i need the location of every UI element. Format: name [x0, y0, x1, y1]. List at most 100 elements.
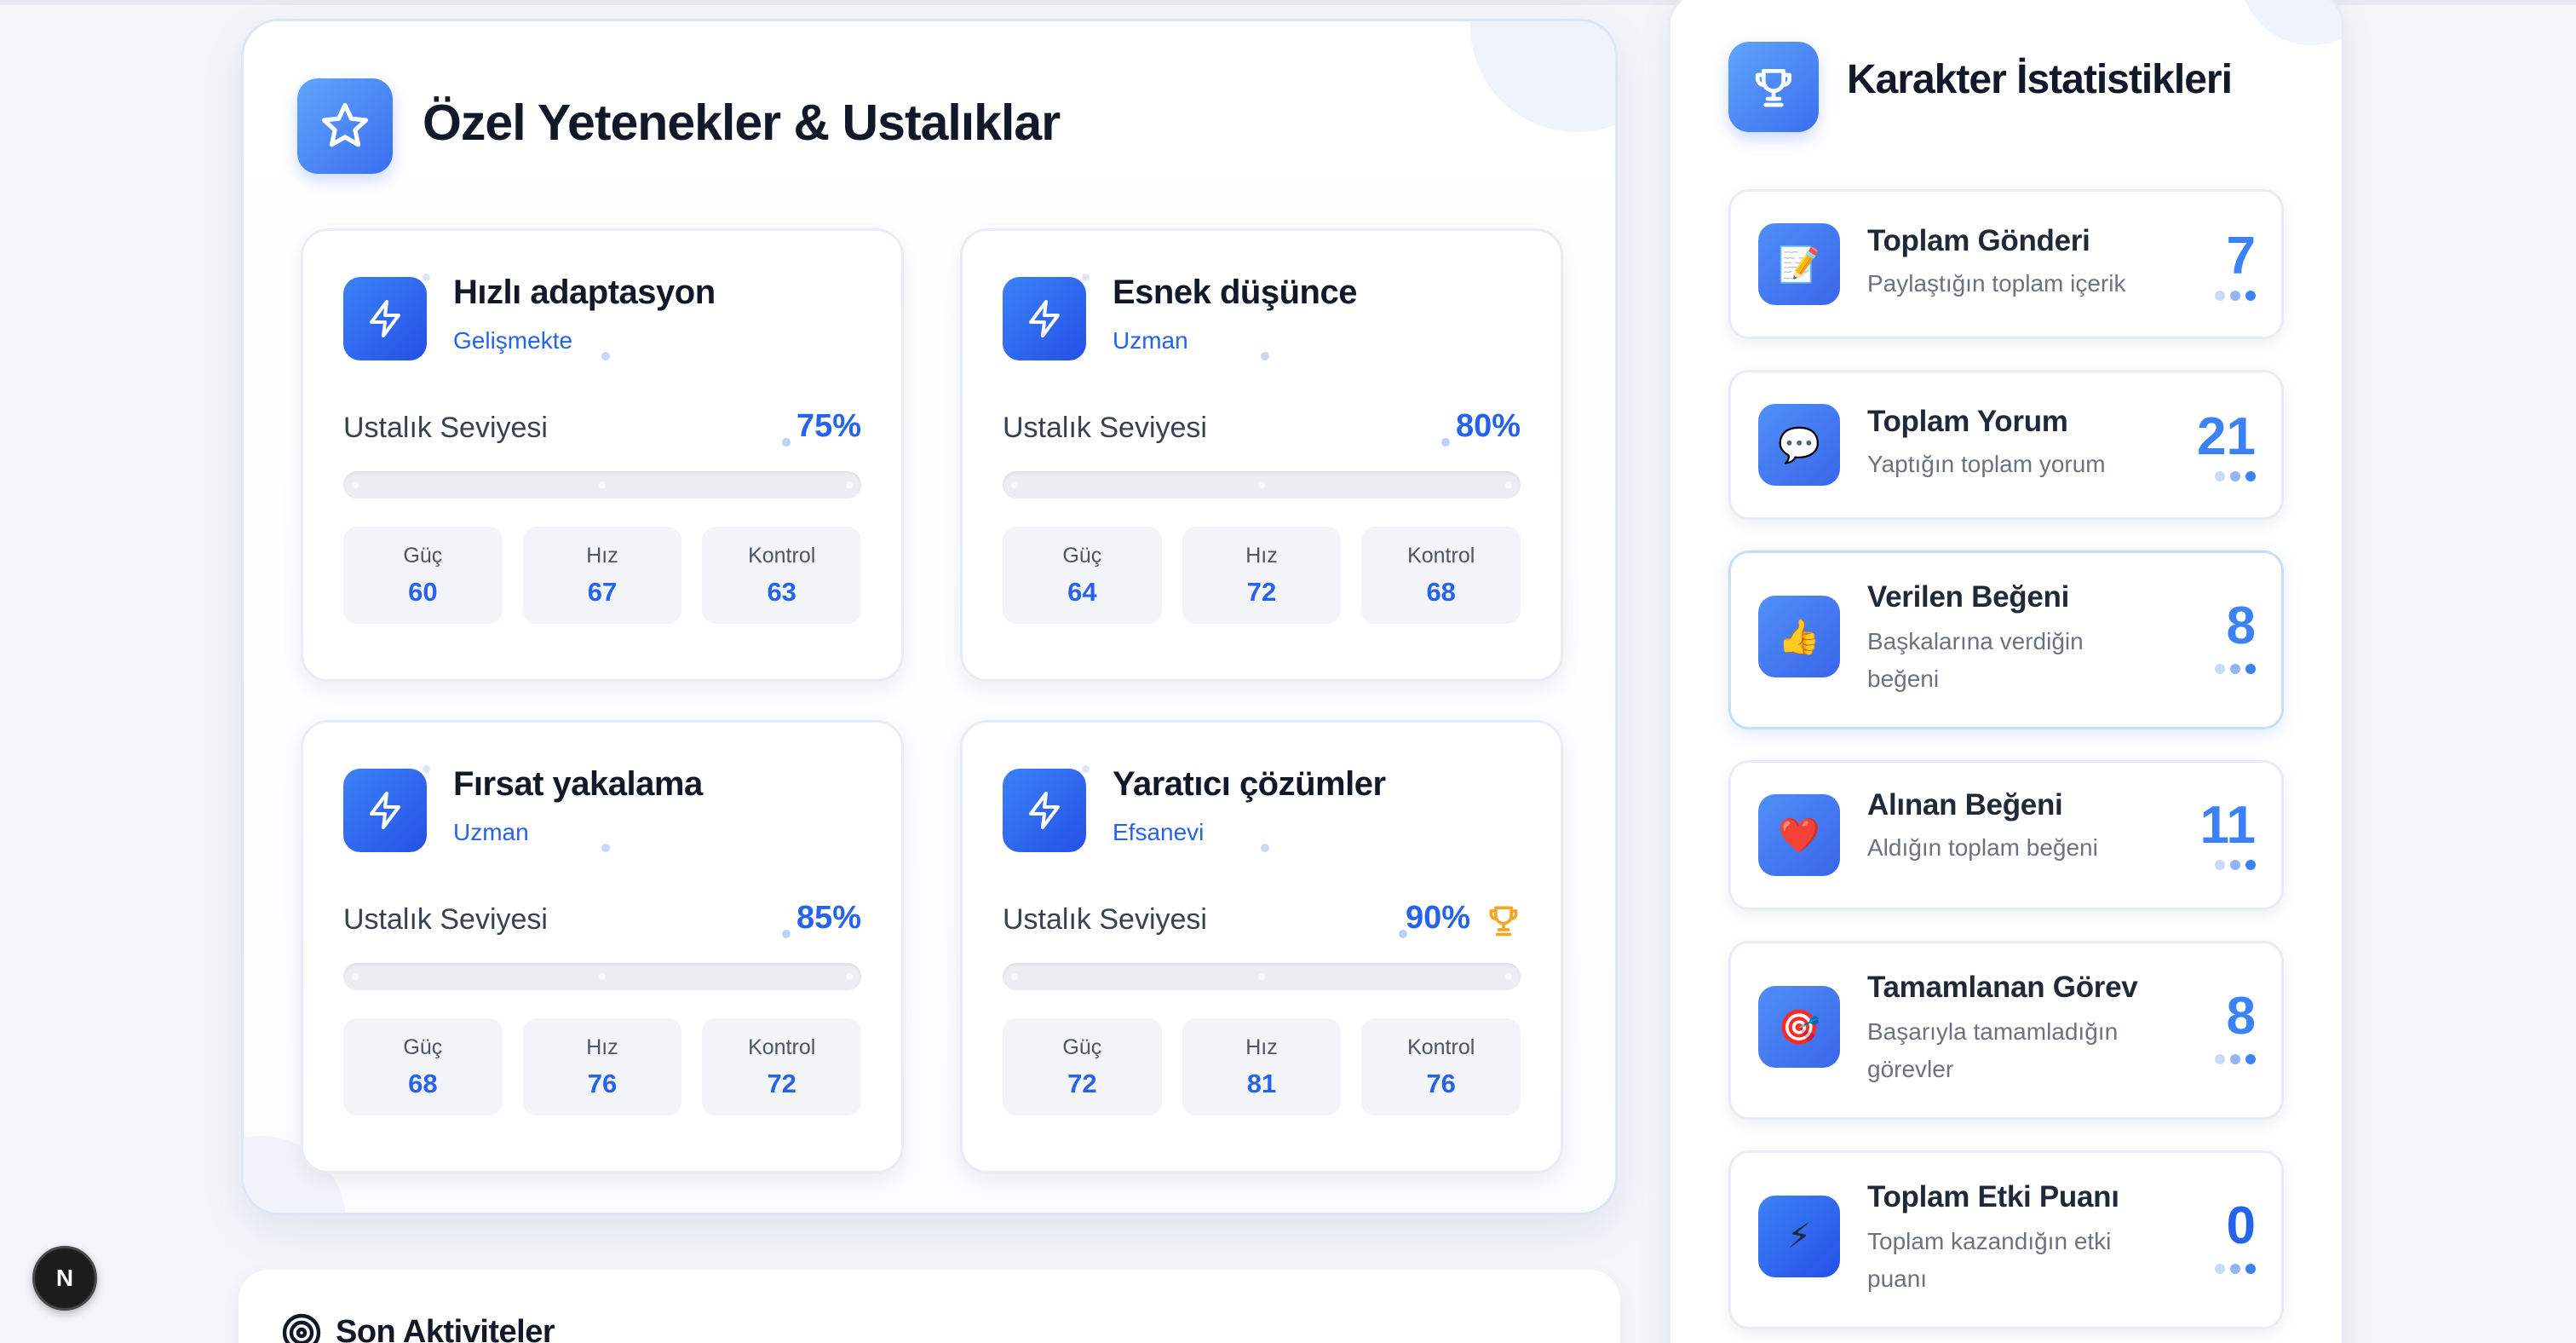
mastery-percent: 80% — [1455, 408, 1521, 444]
recent-activities-card: Son Aktiviteler — [239, 1270, 1620, 1343]
nextjs-dev-badge[interactable]: N — [32, 1246, 97, 1311]
target-icon: 🎯 — [1758, 986, 1840, 1068]
decorative-dot — [1441, 438, 1450, 447]
mastery-progress-bar — [343, 963, 861, 990]
skill-stats: Güç 68 Hız 76 Kontrol 72 — [343, 1018, 862, 1115]
speed-value: 67 — [587, 576, 618, 607]
lightning-icon — [1003, 277, 1086, 360]
decorative-dot — [423, 765, 430, 773]
mastery-label: Ustalık Seviyesi — [1003, 903, 1207, 936]
power-label: Güç — [1062, 543, 1102, 568]
skill-name: Yaratıcı çözümler — [1113, 765, 1386, 803]
decorative-dot — [782, 930, 791, 938]
mastery-label: Ustalık Seviyesi — [343, 903, 548, 936]
stat-card-total-comments[interactable]: 💬 Toplam Yorum Yaptığın toplam yorum 21 — [1728, 370, 2284, 520]
speed-label: Hız — [1245, 543, 1278, 568]
lightning-icon: ⚡ — [1758, 1196, 1840, 1277]
power-stat: Güç 64 — [1003, 527, 1162, 624]
stat-description: Başarıyla tamamladığın görevler — [1867, 1018, 2119, 1082]
stat-title: Toplam Etki Puanı — [1867, 1180, 2119, 1213]
decorative-dot — [1082, 274, 1090, 281]
stat-title: Alınan Beğeni — [1867, 788, 2063, 821]
power-label: Güç — [403, 1035, 443, 1059]
decorative-dot — [1261, 352, 1269, 360]
mastery-label: Ustalık Seviyesi — [1003, 412, 1207, 444]
decorative-dots — [2215, 1264, 2256, 1274]
skill-level-badge: Uzman — [453, 819, 529, 845]
stat-title: Toplam Gönderi — [1867, 224, 2090, 257]
skills-panel-title: Özel Yetenekler & Ustalıklar — [423, 95, 1061, 151]
stat-value: 8 — [2226, 597, 2256, 655]
skill-card[interactable]: Yaratıcı çözümler Efsanevi Ustalık Seviy… — [960, 720, 1563, 1173]
stat-card-total-posts[interactable]: 📝 Toplam Gönderi Paylaştığın toplam içer… — [1728, 189, 2284, 339]
mastery-progress-fill — [1003, 963, 1469, 990]
stat-description: Toplam kazandığın etki puanı — [1867, 1228, 2112, 1292]
stat-card-received-likes[interactable]: ❤️ Alınan Beğeni Aldığın toplam beğeni 1… — [1728, 760, 2284, 910]
stat-card-completed-tasks[interactable]: 🎯 Tamamlanan Görev Başarıyla tamamladığı… — [1728, 941, 2284, 1120]
stat-value: 8 — [2226, 987, 2256, 1046]
power-stat: Güç 72 — [1003, 1018, 1162, 1115]
power-stat: Güç 60 — [343, 527, 503, 624]
speed-stat: Hız 81 — [1182, 1018, 1342, 1115]
skill-name: Fırsat yakalama — [453, 765, 703, 803]
skill-card[interactable]: Esnek düşünce Uzman Ustalık Seviyesi 80%… — [960, 228, 1563, 682]
stat-value: 21 — [2197, 407, 2256, 466]
character-stats-panel: Karakter İstatistikleri 📝 Toplam Gönderi… — [1668, 0, 2344, 1343]
control-label: Kontrol — [748, 1035, 816, 1059]
stat-card-given-likes[interactable]: 👍 Verilen Beğeni Başkalarına verdiğin be… — [1728, 550, 2284, 729]
stat-value: 0 — [2226, 1196, 2256, 1255]
mastery-label: Ustalık Seviyesi — [343, 412, 548, 444]
decorative-dot — [601, 844, 610, 852]
trophy-icon — [1728, 42, 1819, 132]
decorative-dots — [2215, 1054, 2256, 1064]
power-value: 72 — [1067, 1068, 1097, 1098]
stat-title: Verilen Beğeni — [1867, 580, 2070, 614]
mastery-progress-fill — [1003, 471, 1417, 499]
decorative-dot — [782, 438, 791, 447]
decorative-dots — [2215, 860, 2256, 870]
stat-value: 11 — [2199, 796, 2256, 855]
speech-bubble-icon: 💬 — [1758, 404, 1840, 486]
mastery-progress-bar — [1003, 963, 1521, 990]
stat-card-impact-score[interactable]: ⚡ Toplam Etki Puanı Toplam kazandığın et… — [1728, 1150, 2284, 1329]
control-label: Kontrol — [1407, 543, 1475, 568]
svg-text:N: N — [56, 1265, 73, 1291]
mastery-percent: 90% — [1405, 900, 1470, 936]
speed-label: Hız — [586, 1035, 618, 1059]
control-value: 72 — [767, 1068, 796, 1098]
power-label: Güç — [403, 543, 443, 568]
skill-stats: Güç 64 Hız 72 Kontrol 68 — [1003, 527, 1521, 624]
decorative-dots — [2215, 664, 2256, 674]
speed-stat: Hız 72 — [1182, 527, 1342, 624]
control-value: 63 — [767, 576, 796, 607]
speed-value: 76 — [587, 1068, 618, 1098]
mastery-progress-bar — [343, 471, 861, 499]
control-value: 68 — [1426, 576, 1456, 607]
power-value: 68 — [408, 1068, 438, 1098]
stat-description: Paylaştığın toplam içerik — [1867, 270, 2126, 297]
control-value: 76 — [1426, 1068, 1456, 1098]
recent-activities-title: Son Aktiviteler — [336, 1314, 555, 1343]
lightning-icon — [343, 277, 427, 360]
skill-name: Hızlı adaptasyon — [453, 274, 716, 311]
control-stat: Kontrol 76 — [1361, 1018, 1521, 1115]
lightning-icon — [343, 769, 427, 852]
control-stat: Kontrol 72 — [702, 1018, 862, 1115]
mastery-progress-bar — [1003, 471, 1521, 499]
stat-value: 7 — [2226, 227, 2256, 285]
thumbs-up-icon: 👍 — [1758, 596, 1840, 677]
skills-panel: Özel Yetenekler & Ustalıklar Hızlı adapt… — [241, 19, 1618, 1215]
speed-value: 81 — [1246, 1068, 1277, 1098]
speed-value: 72 — [1246, 576, 1277, 607]
skill-stats: Güç 72 Hız 81 Kontrol 76 — [1003, 1018, 1521, 1115]
control-stat: Kontrol 63 — [702, 527, 862, 624]
speed-stat: Hız 76 — [522, 1018, 682, 1115]
decorative-circle — [2240, 0, 2342, 45]
mastery-percent: 75% — [796, 408, 861, 444]
target-icon — [282, 1313, 321, 1343]
decorative-dot — [1399, 930, 1407, 938]
skill-card[interactable]: Hızlı adaptasyon Gelişmekte Ustalık Sevi… — [301, 228, 904, 682]
skill-card[interactable]: Fırsat yakalama Uzman Ustalık Seviyesi 8… — [301, 720, 904, 1173]
skill-level-badge: Efsanevi — [1113, 819, 1205, 845]
nextjs-logo-icon: N — [56, 1265, 73, 1291]
